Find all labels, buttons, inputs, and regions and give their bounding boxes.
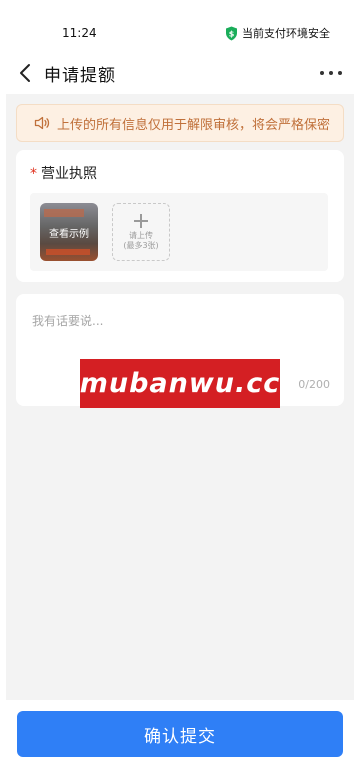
sample-image-button[interactable]: 查看示例 (40, 203, 98, 261)
back-button[interactable] (14, 60, 36, 86)
field-label-text: 营业执照 (41, 166, 97, 182)
status-bar: 11:24 $ 当前支付环境安全 (0, 0, 360, 58)
sample-label: 查看示例 (49, 229, 89, 240)
status-time: 11:24 (62, 26, 97, 40)
security-text: 当前支付环境安全 (242, 27, 330, 40)
upload-button[interactable]: 请上传 (最多3张) (112, 203, 170, 261)
page-title: 申请提额 (44, 66, 116, 86)
chevron-left-icon (20, 64, 30, 82)
notice-text: 上传的所有信息仅用于解限审核，将会严格保密 (57, 117, 331, 133)
more-dots-icon (320, 71, 324, 75)
speaker-icon (34, 116, 50, 130)
svg-text:$: $ (229, 29, 235, 38)
plus-icon (134, 214, 148, 228)
business-license-label: * 营业执照 (30, 163, 97, 183)
character-count: 0/200 (298, 378, 330, 391)
upload-area: 查看示例 请上传 (最多3张) (30, 193, 328, 271)
footer-bar: 确认提交 (0, 700, 360, 769)
more-button[interactable] (320, 66, 342, 80)
watermark-text: mubanwu.cc (79, 368, 281, 399)
business-license-card: * 营业执照 查看示例 请上传 (最多3张) (16, 150, 344, 282)
notice-banner: 上传的所有信息仅用于解限审核，将会严格保密 (16, 104, 344, 142)
upload-hint: 请上传 (最多3张) (123, 231, 159, 250)
submit-button[interactable]: 确认提交 (17, 711, 343, 757)
shield-check-icon: $ (226, 26, 237, 40)
watermark-logo: mubanwu.cc (80, 359, 280, 408)
nav-bar: 申请提额 (0, 58, 360, 88)
required-mark: * (30, 166, 37, 182)
secure-environment-indicator: $ 当前支付环境安全 (225, 25, 330, 41)
note-placeholder: 我有话要说... (32, 314, 104, 328)
